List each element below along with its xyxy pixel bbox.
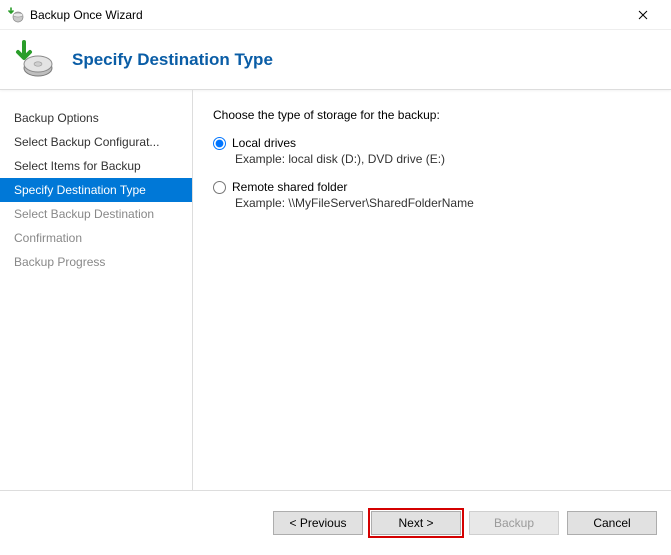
wizard-header: Specify Destination Type [0, 30, 671, 90]
sidebar-step-select-configuration[interactable]: Select Backup Configurat... [0, 130, 192, 154]
wizard-icon [14, 40, 54, 80]
sidebar-step-select-destination: Select Backup Destination [0, 202, 192, 226]
sidebar: Backup Options Select Backup Configurat.… [0, 90, 192, 490]
option-local-drives-example: Example: local disk (D:), DVD drive (E:) [235, 152, 653, 166]
radio-remote-folder[interactable] [213, 181, 226, 194]
title-bar: Backup Once Wizard [0, 0, 671, 30]
option-local-drives[interactable]: Local drives [213, 136, 653, 150]
wizard-body: Backup Options Select Backup Configurat.… [0, 90, 671, 490]
wizard-footer: < Previous Next > Backup Cancel [0, 490, 671, 555]
sidebar-step-backup-options[interactable]: Backup Options [0, 106, 192, 130]
sidebar-step-confirmation: Confirmation [0, 226, 192, 250]
window-title: Backup Once Wizard [30, 8, 623, 22]
content-pane: Choose the type of storage for the backu… [193, 90, 671, 490]
app-icon [8, 7, 24, 23]
radio-local-drives[interactable] [213, 137, 226, 150]
next-button[interactable]: Next > [371, 511, 461, 535]
prompt-text: Choose the type of storage for the backu… [213, 108, 653, 122]
cancel-button[interactable]: Cancel [567, 511, 657, 535]
backup-button: Backup [469, 511, 559, 535]
sidebar-step-progress: Backup Progress [0, 250, 192, 274]
option-remote-folder-label: Remote shared folder [232, 180, 347, 194]
close-button[interactable] [623, 0, 663, 29]
sidebar-step-destination-type[interactable]: Specify Destination Type [0, 178, 192, 202]
option-local-drives-label: Local drives [232, 136, 296, 150]
previous-button[interactable]: < Previous [273, 511, 363, 535]
sidebar-step-select-items[interactable]: Select Items for Backup [0, 154, 192, 178]
close-icon [638, 10, 648, 20]
page-title: Specify Destination Type [72, 50, 273, 70]
option-remote-folder-example: Example: \\MyFileServer\SharedFolderName [235, 196, 653, 210]
option-remote-folder[interactable]: Remote shared folder [213, 180, 653, 194]
